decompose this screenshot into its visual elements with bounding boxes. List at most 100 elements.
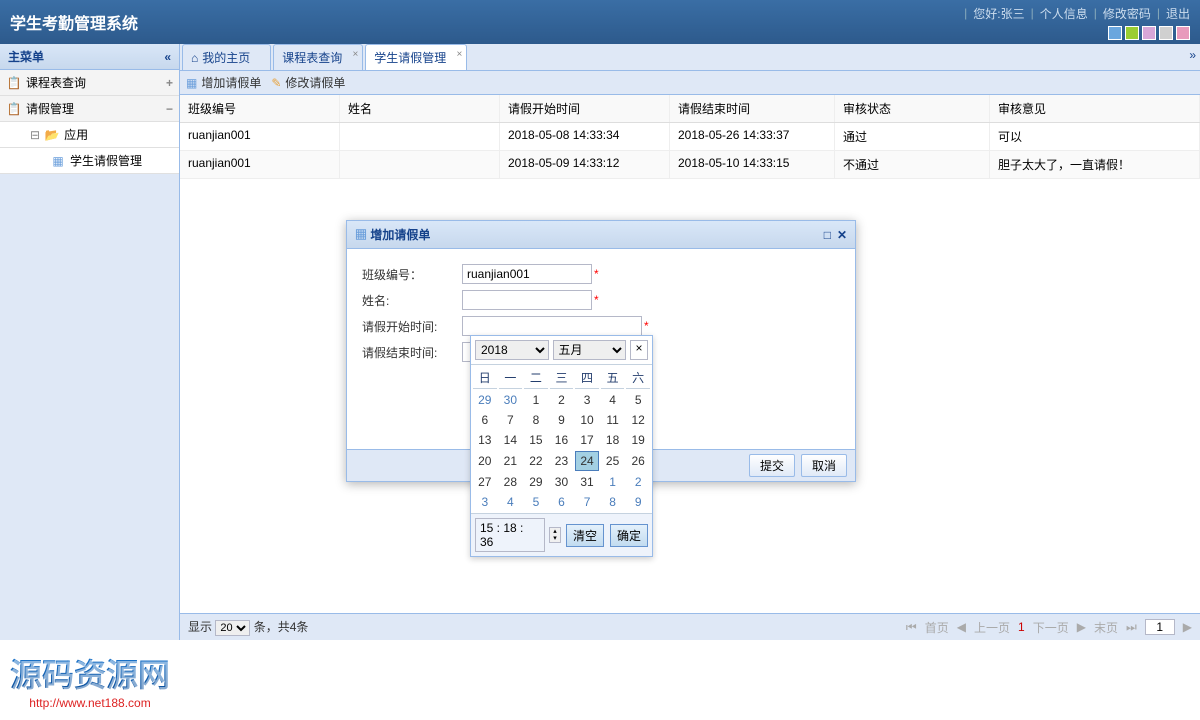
collapse-icon[interactable]: «: [164, 50, 171, 64]
tab-leave-mgmt[interactable]: 学生请假管理 ×: [365, 44, 467, 70]
calendar-day[interactable]: 30: [499, 391, 523, 409]
page-input[interactable]: [1145, 619, 1175, 635]
calendar-day[interactable]: 29: [473, 391, 497, 409]
calendar-day[interactable]: 10: [575, 411, 599, 429]
theme-green[interactable]: [1125, 26, 1139, 40]
password-link[interactable]: 修改密码: [1103, 5, 1151, 22]
first-page-icon[interactable]: ⏮: [906, 620, 917, 635]
col-header[interactable]: 请假结束时间: [670, 95, 835, 122]
calendar-day[interactable]: 24: [575, 451, 599, 471]
calendar-day[interactable]: 2: [550, 391, 574, 409]
calendar-day[interactable]: 1: [524, 391, 548, 409]
calendar-day[interactable]: 3: [473, 493, 497, 511]
calendar-day[interactable]: 19: [626, 431, 650, 449]
theme-pink[interactable]: [1176, 26, 1190, 40]
calendar-day[interactable]: 15: [524, 431, 548, 449]
tree-folder-app[interactable]: ⊟ 📂 应用: [0, 122, 179, 148]
calendar-day[interactable]: 28: [499, 473, 523, 491]
calendar-day[interactable]: 3: [575, 391, 599, 409]
calendar-day[interactable]: 20: [473, 451, 497, 471]
calendar-day[interactable]: 31: [575, 473, 599, 491]
datepicker-close-button[interactable]: ×: [630, 340, 648, 360]
collapse-icon[interactable]: −: [166, 102, 173, 116]
edit-leave-button[interactable]: ✎ 修改请假单: [271, 74, 345, 91]
calendar-day[interactable]: 9: [626, 493, 650, 511]
start-time-input[interactable]: [462, 316, 642, 336]
minus-icon[interactable]: ⊟: [30, 128, 40, 142]
next-page-icon[interactable]: ▶: [1077, 620, 1086, 634]
prev-page-button[interactable]: 上一页: [974, 619, 1010, 636]
calendar-day[interactable]: 27: [473, 473, 497, 491]
name-input[interactable]: [462, 290, 592, 310]
spinner-up-icon[interactable]: ▴: [550, 528, 560, 535]
col-header[interactable]: 审核意见: [990, 95, 1200, 122]
theme-gray[interactable]: [1159, 26, 1173, 40]
class-input[interactable]: [462, 264, 592, 284]
close-icon[interactable]: ×: [456, 49, 462, 60]
prev-page-icon[interactable]: ◀: [957, 620, 966, 634]
tree-leaf-leave-mgmt[interactable]: ▦ 学生请假管理: [0, 148, 179, 174]
next-page-button[interactable]: 下一页: [1033, 619, 1069, 636]
col-header[interactable]: 请假开始时间: [500, 95, 670, 122]
table-row[interactable]: ruanjian0012018-05-09 14:33:122018-05-10…: [180, 151, 1200, 179]
calendar-day[interactable]: 8: [524, 411, 548, 429]
tabs-menu-icon[interactable]: »: [1189, 48, 1196, 62]
last-page-button[interactable]: 末页: [1094, 619, 1118, 636]
page-size-select[interactable]: 20: [215, 620, 250, 636]
calendar-day[interactable]: 9: [550, 411, 574, 429]
last-page-icon[interactable]: ⏭: [1126, 620, 1137, 635]
ok-button[interactable]: 确定: [610, 524, 648, 547]
time-input[interactable]: 15 : 18 : 36: [475, 518, 545, 552]
dialog-title-bar[interactable]: ▦ 增加请假单 □ ✕: [347, 221, 855, 249]
calendar-day[interactable]: 4: [601, 391, 625, 409]
time-spinner[interactable]: ▴▾: [549, 527, 561, 543]
calendar-day[interactable]: 11: [601, 411, 625, 429]
calendar-day[interactable]: 6: [473, 411, 497, 429]
add-leave-button[interactable]: ▦ 增加请假单: [186, 74, 261, 91]
calendar-day[interactable]: 7: [499, 411, 523, 429]
calendar-day[interactable]: 29: [524, 473, 548, 491]
theme-blue[interactable]: [1108, 26, 1122, 40]
calendar-day[interactable]: 21: [499, 451, 523, 471]
cancel-button[interactable]: 取消: [801, 454, 847, 477]
submit-button[interactable]: 提交: [749, 454, 795, 477]
calendar-day[interactable]: 25: [601, 451, 625, 471]
maximize-icon[interactable]: □: [824, 228, 831, 242]
calendar-day[interactable]: 22: [524, 451, 548, 471]
calendar-day[interactable]: 17: [575, 431, 599, 449]
calendar-day[interactable]: 26: [626, 451, 650, 471]
calendar-day[interactable]: 7: [575, 493, 599, 511]
calendar-day[interactable]: 5: [626, 391, 650, 409]
table-row[interactable]: ruanjian0012018-05-08 14:33:342018-05-26…: [180, 123, 1200, 151]
theme-purple[interactable]: [1142, 26, 1156, 40]
calendar-day[interactable]: 6: [550, 493, 574, 511]
calendar-day[interactable]: 12: [626, 411, 650, 429]
calendar-day[interactable]: 18: [601, 431, 625, 449]
calendar-day[interactable]: 13: [473, 431, 497, 449]
close-icon[interactable]: ×: [352, 49, 358, 60]
first-page-button[interactable]: 首页: [925, 619, 949, 636]
calendar-day[interactable]: 30: [550, 473, 574, 491]
calendar-day[interactable]: 14: [499, 431, 523, 449]
tab-schedule[interactable]: 课程表查询 ×: [273, 44, 363, 70]
calendar-day[interactable]: 4: [499, 493, 523, 511]
col-header[interactable]: 审核状态: [835, 95, 990, 122]
spinner-down-icon[interactable]: ▾: [550, 535, 560, 542]
go-page-icon[interactable]: ▶: [1183, 620, 1192, 634]
calendar-day[interactable]: 23: [550, 451, 574, 471]
logout-link[interactable]: 退出: [1166, 5, 1190, 22]
calendar-day[interactable]: 2: [626, 473, 650, 491]
sidebar-item-schedule[interactable]: 📋 课程表查询 +: [0, 70, 179, 96]
calendar-day[interactable]: 1: [601, 473, 625, 491]
close-icon[interactable]: ✕: [837, 228, 847, 242]
expand-icon[interactable]: +: [166, 76, 173, 90]
calendar-day[interactable]: 16: [550, 431, 574, 449]
col-header[interactable]: 姓名: [340, 95, 500, 122]
calendar-day[interactable]: 8: [601, 493, 625, 511]
calendar-day[interactable]: 5: [524, 493, 548, 511]
sidebar-item-leave[interactable]: 📋 请假管理 −: [0, 96, 179, 122]
col-header[interactable]: 班级编号: [180, 95, 340, 122]
year-select[interactable]: 2018: [475, 340, 549, 360]
month-select[interactable]: 五月: [553, 340, 627, 360]
clear-button[interactable]: 清空: [566, 524, 604, 547]
